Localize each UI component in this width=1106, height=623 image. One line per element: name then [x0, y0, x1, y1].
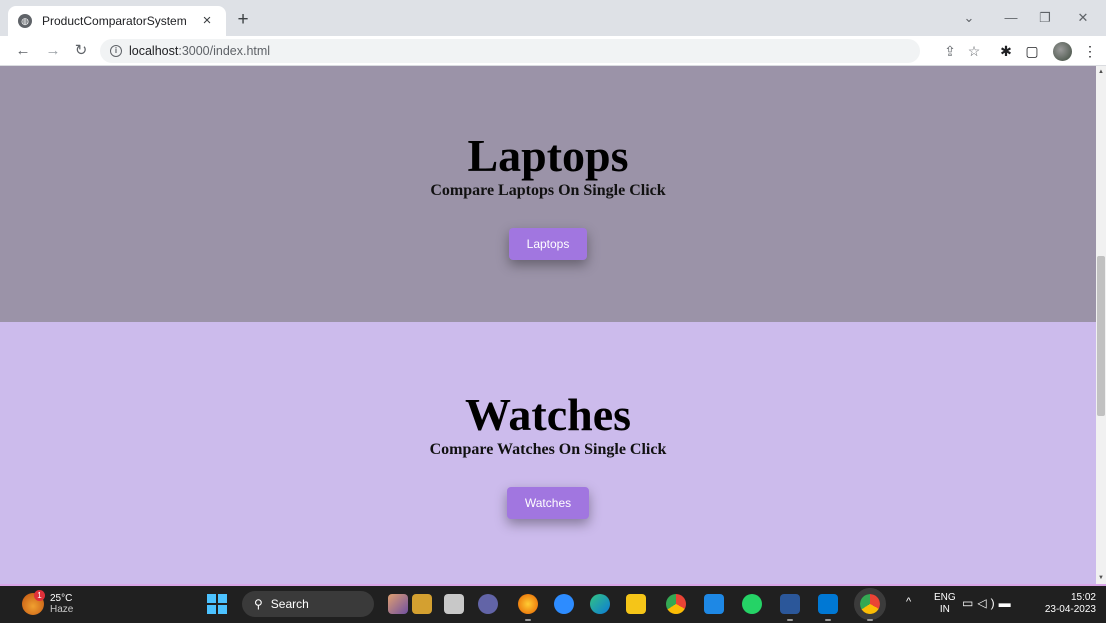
whatsapp-icon[interactable]	[742, 594, 762, 614]
show-hidden-icons-chevron-icon[interactable]: ^	[906, 596, 911, 608]
watches-button[interactable]: Watches	[507, 487, 589, 519]
new-tab-button[interactable]: +	[232, 9, 254, 31]
weather-icon: 1	[22, 590, 45, 615]
widgets-app-icon[interactable]	[388, 594, 408, 614]
chrome-active-icon[interactable]	[854, 588, 886, 621]
tab-search-icon[interactable]: ⌄	[954, 7, 984, 29]
laptops-heading: Laptops	[467, 130, 629, 181]
word-icon[interactable]	[780, 594, 800, 621]
chrome-icon[interactable]	[666, 594, 686, 614]
vscode-icon[interactable]	[818, 594, 838, 621]
zoom-icon[interactable]	[554, 594, 574, 614]
taskbar-search[interactable]: ⚲ Search	[242, 591, 374, 617]
close-window-button[interactable]: ✕	[1068, 7, 1098, 29]
firefox-icon[interactable]	[518, 594, 538, 621]
search-label: Search	[270, 597, 309, 611]
page-viewport: Laptops Compare Laptops On Single Click …	[0, 66, 1096, 584]
scroll-down-arrow-icon[interactable]: ▼	[1096, 572, 1106, 584]
search-icon: ⚲	[254, 597, 263, 611]
side-panel-icon[interactable]: ▢	[1022, 41, 1042, 61]
reload-icon[interactable]: ↻	[70, 40, 92, 62]
laptops-button[interactable]: Laptops	[509, 228, 587, 260]
tab-title: ProductComparatorSystem	[42, 14, 187, 28]
windows-start-icon[interactable]	[207, 594, 227, 614]
network-icon[interactable]: ▭	[962, 596, 977, 610]
extensions-puzzle-icon[interactable]: ✱	[996, 41, 1016, 61]
weather-widget[interactable]: 1 25°C Haze	[22, 590, 74, 615]
system-tray-icons[interactable]: ▭◁)▬	[962, 596, 1015, 610]
address-bar[interactable]: i localhost:3000/index.html	[100, 39, 920, 63]
back-arrow-icon[interactable]: ←	[12, 40, 34, 62]
windows-taskbar: 1 25°C Haze ⚲ Search ^ ENG IN ▭◁)▬ 15:02…	[0, 584, 1106, 623]
weather-temperature: 25°C	[50, 593, 73, 604]
edge-icon[interactable]	[590, 594, 610, 614]
minimize-button[interactable]: —	[996, 7, 1026, 29]
notification-badge: 1	[34, 590, 45, 601]
task-view-icon[interactable]	[444, 594, 464, 614]
laptops-section: Laptops Compare Laptops On Single Click …	[0, 66, 1096, 322]
region-code: IN	[939, 604, 950, 615]
clock-date: 23-04-2023	[1044, 604, 1096, 615]
laptops-subheading: Compare Laptops On Single Click	[430, 182, 666, 199]
share-icon[interactable]: ⇪	[940, 41, 960, 61]
volume-icon[interactable]: ◁)	[977, 596, 998, 610]
battery-icon[interactable]: ▬	[999, 596, 1015, 610]
forward-arrow-icon[interactable]: →	[42, 40, 64, 62]
menu-kebab-icon[interactable]: ⋮	[1080, 41, 1100, 61]
url-host: localhost	[129, 44, 179, 58]
url-path: :3000/index.html	[178, 44, 271, 58]
clock-time: 15:02	[1070, 592, 1096, 603]
browser-tab-strip: ◍ ProductComparatorSystem × + ⌄ — ❐ ✕	[0, 0, 1106, 36]
globe-icon: ◍	[18, 14, 32, 28]
scrollbar-thumb[interactable]	[1097, 256, 1105, 416]
tab-productcomparatorsystem[interactable]: ◍ ProductComparatorSystem ×	[8, 6, 226, 36]
teams-chat-icon[interactable]	[478, 594, 498, 614]
watches-section: Watches Compare Watches On Single Click …	[0, 322, 1096, 584]
bookmark-star-icon[interactable]: ☆	[964, 41, 984, 61]
language-code: ENG	[934, 592, 956, 603]
watches-heading: Watches	[464, 389, 632, 440]
tab-close-icon[interactable]: ×	[198, 12, 216, 30]
browser-toolbar: ← → ↻ i localhost:3000/index.html ⇪ ☆ ✱ …	[0, 36, 1106, 66]
language-indicator[interactable]: ENG IN	[934, 592, 956, 616]
weather-condition: Haze	[50, 604, 74, 615]
file-explorer-icon[interactable]	[626, 594, 646, 614]
mail-icon[interactable]	[704, 594, 724, 614]
restore-button[interactable]: ❐	[1030, 7, 1060, 29]
scroll-up-arrow-icon[interactable]: ▲	[1096, 66, 1106, 78]
copilot-app-icon[interactable]	[412, 594, 432, 614]
profile-avatar[interactable]	[1053, 42, 1072, 61]
watches-subheading: Compare Watches On Single Click	[429, 441, 667, 458]
taskbar-clock[interactable]: 15:02 23-04-2023	[1040, 592, 1096, 616]
page-scrollbar[interactable]: ▲ ▼	[1096, 66, 1106, 584]
site-info-icon[interactable]: i	[110, 45, 122, 57]
